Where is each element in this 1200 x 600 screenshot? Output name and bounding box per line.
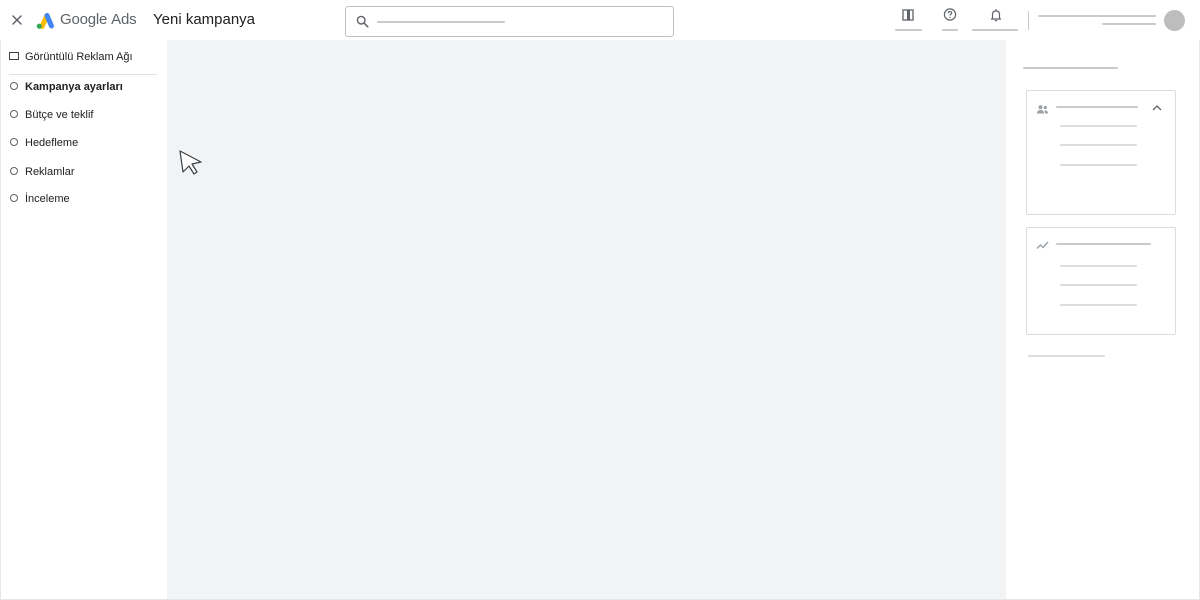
sidebar-divider xyxy=(9,74,157,75)
product-name: Google Ads xyxy=(60,11,137,28)
network-label: Görüntülü Reklam Ağı xyxy=(25,51,133,63)
step-label: Bütçe ve teklif xyxy=(25,109,94,121)
step-budget-bidding[interactable]: Bütçe ve teklif xyxy=(10,109,93,121)
avatar[interactable] xyxy=(1164,10,1185,31)
logo-word: Google xyxy=(60,11,108,28)
account-id-bar[interactable] xyxy=(1102,23,1156,25)
bell-icon[interactable] xyxy=(988,7,1004,23)
card-title-bar xyxy=(1056,106,1138,108)
people-icon xyxy=(1036,102,1049,114)
header-divider xyxy=(1028,11,1029,30)
card-row-bar xyxy=(1060,144,1137,146)
tools-label-bar xyxy=(895,29,922,31)
card-row-bar xyxy=(1060,265,1137,267)
step-status-circle-icon xyxy=(10,194,18,203)
campaign-steps-sidebar: Görüntülü Reklam Ağı Kampanya ayarları B… xyxy=(1,40,167,599)
card-row-bar xyxy=(1060,284,1137,286)
account-name-bar[interactable] xyxy=(1038,15,1156,17)
mouse-pointer-icon xyxy=(179,150,203,176)
main-content-area xyxy=(167,40,1006,599)
card-row-bar xyxy=(1060,304,1137,306)
step-campaign-settings[interactable]: Kampanya ayarları xyxy=(10,81,123,93)
step-label: İnceleme xyxy=(25,193,70,205)
chevron-up-icon[interactable] xyxy=(1151,100,1163,111)
step-status-circle-icon xyxy=(10,110,18,119)
search-placeholder-bar xyxy=(377,21,505,23)
page-title: Yeni kampanya xyxy=(153,11,256,28)
help-icon[interactable] xyxy=(942,7,958,23)
logo-suffix: Ads xyxy=(111,11,137,28)
estimates-panel xyxy=(1006,47,1188,599)
display-network-icon xyxy=(9,52,19,61)
step-label: Hedefleme xyxy=(25,137,79,149)
notifications-label-bar xyxy=(972,29,1018,31)
trending-icon xyxy=(1036,238,1049,249)
store-icon[interactable] xyxy=(900,7,916,23)
card-title-bar xyxy=(1056,243,1151,245)
search-input[interactable] xyxy=(345,6,674,37)
step-status-circle-icon xyxy=(10,82,18,91)
step-status-circle-icon xyxy=(10,138,18,147)
step-targeting[interactable]: Hedefleme xyxy=(10,137,78,149)
card-row-bar xyxy=(1060,125,1137,127)
step-label: Kampanya ayarları xyxy=(25,81,123,93)
panel-footer-bar xyxy=(1028,355,1105,357)
step-ads[interactable]: Reklamlar xyxy=(10,166,75,178)
google-ads-logo-icon xyxy=(35,12,55,30)
step-status-circle-icon xyxy=(10,167,18,176)
close-icon[interactable] xyxy=(9,12,25,28)
performance-card xyxy=(1026,227,1176,335)
top-bar: Google Ads Yeni kampanya xyxy=(0,0,1200,40)
step-review[interactable]: İnceleme xyxy=(10,193,70,205)
search-icon xyxy=(356,15,369,28)
audience-card xyxy=(1026,90,1176,215)
panel-title-bar xyxy=(1023,67,1118,69)
help-label-bar xyxy=(942,29,958,31)
step-label: Reklamlar xyxy=(25,166,75,178)
card-row-bar xyxy=(1060,164,1137,166)
campaign-network: Görüntülü Reklam Ağı xyxy=(9,51,133,65)
